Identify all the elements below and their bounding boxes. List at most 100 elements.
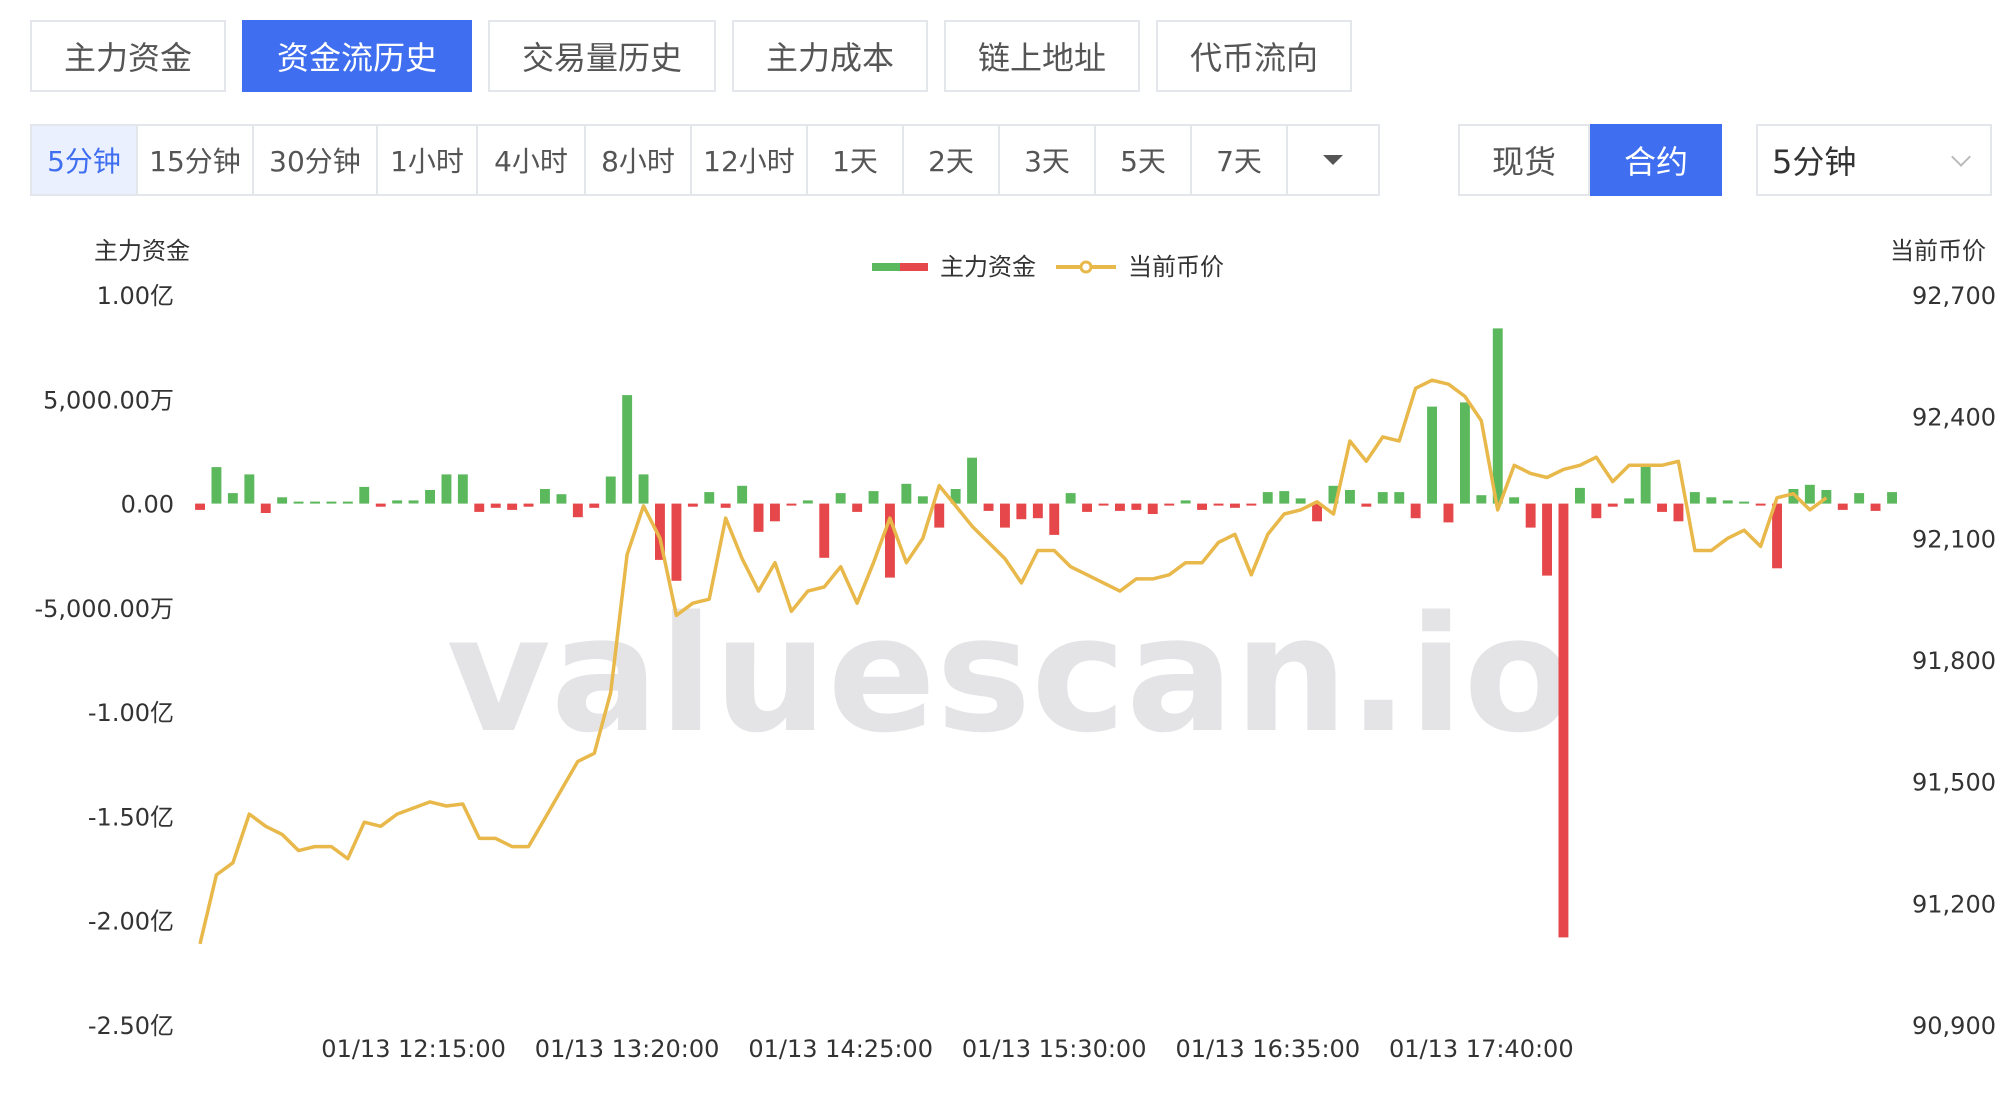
interval-15m[interactable]: 15分钟	[138, 126, 254, 194]
x-tick-label: 01/13 15:30:00	[962, 1035, 1147, 1063]
fund-bar	[819, 503, 830, 558]
fund-bar	[1870, 503, 1881, 511]
fund-bar	[195, 503, 205, 510]
left-axis-title: 主力资金	[94, 237, 190, 265]
fund-bar	[868, 491, 879, 504]
fund-bar	[1460, 402, 1470, 504]
x-tick-label: 01/13 12:15:00	[321, 1035, 506, 1063]
interval-5d[interactable]: 5天	[1096, 126, 1192, 194]
fund-bar	[802, 500, 813, 504]
fund-bar	[1164, 503, 1175, 506]
fund-bar	[1689, 492, 1700, 504]
interval-2d[interactable]: 2天	[904, 126, 1000, 194]
fund-bar	[1542, 503, 1552, 576]
y-right-tick-label: 92,700	[1912, 282, 1996, 310]
fund-bar	[293, 501, 304, 504]
chevron-down-icon	[1951, 147, 1971, 167]
fund-bar	[885, 503, 895, 578]
interval-1d[interactable]: 1天	[808, 126, 904, 194]
y-right-tick-label: 91,800	[1912, 647, 1996, 675]
interval-4h[interactable]: 4小时	[478, 126, 586, 194]
fund-bar	[1213, 503, 1224, 506]
fund-bar	[1147, 503, 1158, 514]
fund-bar	[457, 474, 468, 504]
fund-bar	[1624, 498, 1635, 504]
x-tick-label: 01/13 13:20:00	[535, 1035, 720, 1063]
y-right-tick-label: 92,100	[1912, 525, 1996, 553]
fund-bar	[1098, 503, 1109, 506]
fund-bar	[310, 501, 320, 504]
tab-onchain-address[interactable]: 链上地址	[944, 20, 1140, 92]
fund-bar	[1804, 484, 1815, 504]
y-left-tick-label: 1.00亿	[97, 282, 174, 310]
tab-bar: 主力资金 资金流历史 交易量历史 主力成本 链上地址 代币流向	[30, 20, 1352, 92]
fund-bar	[1657, 503, 1667, 512]
interval-8h[interactable]: 8小时	[586, 126, 692, 194]
y-right-tick-label: 91,500	[1912, 769, 1996, 797]
fund-bar	[1575, 487, 1585, 504]
fund-bar	[605, 476, 616, 504]
futures-button[interactable]: 合约	[1590, 124, 1722, 196]
fund-bar	[1262, 492, 1273, 504]
fund-bar	[671, 503, 682, 581]
interval-5m[interactable]: 5分钟	[32, 126, 138, 194]
tab-main-cost[interactable]: 主力成本	[732, 20, 928, 92]
y-left-tick-label: 5,000.00万	[43, 386, 174, 414]
legend-bar-swatch-green	[872, 263, 900, 271]
interval-select[interactable]: 5分钟	[1756, 124, 1992, 196]
spot-button[interactable]: 现货	[1458, 124, 1590, 196]
interval-3d[interactable]: 3天	[1000, 126, 1096, 194]
legend: 主力资金 当前币价	[872, 253, 1224, 281]
fund-bar	[1115, 503, 1125, 511]
fund-bar	[1032, 503, 1043, 519]
tab-main-funds[interactable]: 主力资金	[30, 20, 226, 92]
fund-bar	[638, 474, 649, 504]
interval-more-dropdown[interactable]	[1288, 126, 1378, 194]
fund-bar	[1361, 503, 1372, 507]
fund-bar	[1000, 503, 1010, 528]
y-right-tick-label: 91,200	[1912, 890, 1996, 918]
tab-volume-history[interactable]: 交易量历史	[488, 20, 716, 92]
fund-bar	[1197, 503, 1207, 510]
y-left-tick-label: -1.00亿	[88, 699, 174, 727]
y-left-tick-label: -5,000.00万	[34, 595, 174, 623]
legend-label-price: 当前币价	[1128, 253, 1224, 281]
legend-label-funds: 主力资金	[940, 253, 1036, 281]
fund-bar	[1640, 463, 1651, 504]
fund-bar	[1049, 503, 1060, 535]
interval-30m[interactable]: 30分钟	[254, 126, 378, 194]
fund-bar	[474, 503, 485, 512]
fund-bar	[983, 503, 994, 511]
legend-line-marker	[1079, 260, 1093, 274]
fund-bar	[1065, 493, 1076, 504]
watermark: valuescan.io	[446, 581, 1573, 768]
tab-token-flow[interactable]: 代币流向	[1156, 20, 1352, 92]
fund-bar	[835, 493, 846, 504]
interval-12h[interactable]: 12小时	[692, 126, 808, 194]
fund-bar	[1295, 498, 1306, 504]
interval-7d[interactable]: 7天	[1192, 126, 1288, 194]
tab-fund-flow-history[interactable]: 资金流历史	[242, 20, 472, 92]
fund-bar	[392, 500, 403, 504]
interval-bar: 5分钟 15分钟 30分钟 1小时 4小时 8小时 12小时 1天 2天 3天 …	[30, 124, 1380, 196]
fund-bar	[1427, 406, 1437, 504]
interval-1h[interactable]: 1小时	[378, 126, 478, 194]
y-left-tick-label: -2.50亿	[88, 1012, 174, 1040]
fund-bar	[786, 503, 797, 506]
fund-bar	[1722, 500, 1733, 504]
fund-bar	[1394, 492, 1405, 504]
fund-bar	[359, 486, 370, 504]
fund-bar	[408, 500, 419, 504]
fund-bar	[934, 503, 945, 528]
fund-bar	[704, 492, 715, 504]
legend-bar-swatch-red	[900, 263, 928, 271]
fund-bar	[1180, 500, 1191, 504]
fund-bar	[441, 474, 452, 504]
fund-bar	[901, 483, 912, 504]
x-tick-label: 01/13 17:40:00	[1389, 1035, 1574, 1063]
y-left-tick-label: -2.00亿	[88, 908, 174, 936]
y-right-tick-label: 90,900	[1912, 1012, 1996, 1040]
fund-bar	[572, 503, 583, 518]
caret-down-icon	[1323, 155, 1343, 165]
fund-bar	[1558, 503, 1569, 938]
